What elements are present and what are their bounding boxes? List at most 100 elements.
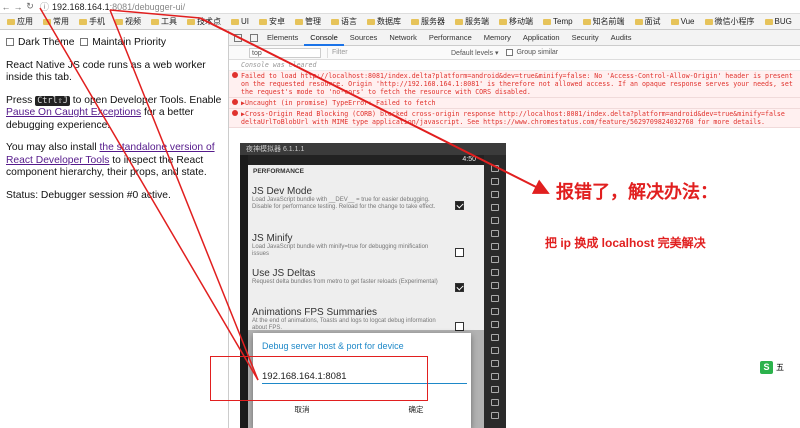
emulator-tool-icon[interactable] bbox=[491, 295, 499, 302]
context-select[interactable]: top bbox=[249, 47, 321, 58]
dark-theme-checkbox[interactable] bbox=[6, 38, 14, 46]
filter-input[interactable]: Filter bbox=[327, 47, 447, 58]
emulator-tool-icon[interactable] bbox=[491, 334, 499, 341]
bookmark-item[interactable]: 面试 bbox=[634, 16, 661, 27]
console-error[interactable]: ▶Cross-Origin Read Blocking (CORB) block… bbox=[229, 109, 800, 128]
folder-icon bbox=[634, 18, 643, 25]
url-path[interactable]: :8081/debugger-ui/ bbox=[110, 2, 186, 12]
tab-audits[interactable]: Audits bbox=[605, 30, 638, 46]
folder-icon bbox=[499, 18, 507, 25]
ok-button[interactable]: 确定 bbox=[376, 404, 456, 415]
maintain-priority-label: Maintain Priority bbox=[92, 37, 167, 48]
emulator-sidebar bbox=[484, 155, 506, 428]
emulator-tool-icon[interactable] bbox=[491, 412, 499, 419]
tab-memory[interactable]: Memory bbox=[478, 30, 517, 46]
bookmark-item[interactable]: 工具 bbox=[151, 16, 177, 27]
emulator-tool-icon[interactable] bbox=[491, 243, 499, 250]
setting-item[interactable]: Animations FPS Summaries At the end of an… bbox=[248, 307, 484, 332]
bookmark-item[interactable]: 管理 bbox=[295, 16, 321, 27]
tab-application[interactable]: Application bbox=[517, 30, 566, 46]
group-similar[interactable]: Group similar bbox=[506, 49, 558, 56]
folder-icon bbox=[455, 18, 463, 25]
folder-icon bbox=[295, 18, 303, 25]
console-toolbar: top Filter Default levels ▾ Group simila… bbox=[229, 46, 800, 60]
reload-icon[interactable]: ↻ bbox=[24, 1, 36, 12]
setting-checkbox[interactable] bbox=[455, 283, 464, 292]
emulator-tool-icon[interactable] bbox=[491, 386, 499, 393]
bookmark-item[interactable]: UI bbox=[231, 17, 249, 26]
emulator-tool-icon[interactable] bbox=[491, 360, 499, 367]
setting-checkbox[interactable] bbox=[455, 201, 464, 210]
bookmark-item[interactable]: 视频 bbox=[115, 16, 141, 27]
setting-item[interactable]: Use JS Deltas Request delta bundles from … bbox=[248, 268, 484, 286]
emulator-tool-icon[interactable] bbox=[491, 269, 499, 276]
levels-dropdown[interactable]: Default levels ▾ bbox=[451, 49, 498, 57]
folder-icon bbox=[151, 18, 159, 25]
address-bar: ← → ↻ ⓘ 192.168.164.1:8081/debugger-ui/ bbox=[0, 0, 800, 14]
tab-sources[interactable]: Sources bbox=[344, 30, 384, 46]
dialog-title: Debug server host & port for device bbox=[262, 341, 404, 351]
emulator-tool-icon[interactable] bbox=[491, 347, 499, 354]
back-icon[interactable]: ← bbox=[0, 2, 12, 12]
folder-icon bbox=[543, 18, 551, 25]
setting-item[interactable]: JS Minify Load JavaScript bundle with min… bbox=[248, 233, 484, 258]
pause-exceptions-link[interactable]: Pause On Caught Exceptions bbox=[6, 107, 141, 118]
bookmark-item[interactable]: 微信小程序 bbox=[704, 16, 755, 27]
emulator-tool-icon[interactable] bbox=[491, 373, 499, 380]
error-icon bbox=[232, 72, 238, 78]
setting-checkbox[interactable] bbox=[455, 248, 464, 257]
emulator-tool-icon[interactable] bbox=[491, 204, 499, 211]
emulator-tool-icon[interactable] bbox=[491, 191, 499, 198]
tab-console[interactable]: Console bbox=[304, 30, 344, 46]
bookmark-item[interactable]: 移动端 bbox=[499, 16, 533, 27]
cancel-button[interactable]: 取消 bbox=[262, 404, 342, 415]
theme-options: Dark Theme Maintain Priority bbox=[6, 37, 222, 50]
device-toolbar-icon[interactable] bbox=[250, 33, 258, 42]
emulator-tool-icon[interactable] bbox=[491, 217, 499, 224]
bookmarks-bar: 应用 常用 手机 视频 工具 技术点 UI 安卓 管理 语言 数据库 服务器 服务端 移动端 Temp 知名前… bbox=[0, 14, 800, 30]
bookmark-item[interactable]: 安卓 bbox=[259, 16, 285, 27]
emulator-tool-icon[interactable] bbox=[491, 282, 499, 289]
bookmark-item[interactable]: Vue bbox=[670, 17, 695, 26]
emulator-tool-icon[interactable] bbox=[491, 165, 499, 172]
info-icon[interactable]: ⓘ bbox=[40, 0, 49, 13]
emulator-tool-icon[interactable] bbox=[491, 256, 499, 263]
inspect-icon[interactable] bbox=[234, 33, 242, 42]
setting-item[interactable]: JS Dev Mode Load JavaScript bundle with _… bbox=[248, 186, 484, 211]
maintain-priority-checkbox[interactable] bbox=[80, 38, 89, 46]
emulator-tool-icon[interactable] bbox=[491, 230, 499, 237]
dark-theme-label: Dark Theme bbox=[18, 37, 75, 48]
bookmark-item[interactable]: 应用 bbox=[7, 16, 33, 27]
bookmark-item[interactable]: 技术点 bbox=[187, 16, 221, 27]
folder-icon bbox=[231, 18, 239, 25]
devtools-hint: Press Ctrl⇧J to open Developer Tools. En… bbox=[6, 94, 222, 131]
bookmark-item[interactable]: 数据库 bbox=[367, 16, 401, 27]
debugger-page: Dark Theme Maintain Priority React Nativ… bbox=[0, 30, 228, 428]
intro-text: React Native JS code runs as a web worke… bbox=[6, 59, 206, 84]
url-host[interactable]: 192.168.164.1 bbox=[52, 2, 110, 12]
emulator-tool-icon[interactable] bbox=[491, 321, 499, 328]
bookmark-item[interactable]: 手机 bbox=[79, 16, 105, 27]
forward-icon[interactable]: → bbox=[12, 2, 24, 12]
folder-icon bbox=[259, 18, 267, 25]
emulator-tool-icon[interactable] bbox=[491, 308, 499, 315]
devtools-tabs: Elements Console Sources Network Performance… bbox=[229, 30, 800, 46]
bookmark-item[interactable]: BUG bbox=[764, 17, 792, 26]
bookmark-item[interactable]: 服务端 bbox=[455, 16, 489, 27]
tab-elements[interactable]: Elements bbox=[261, 30, 304, 46]
setting-title: Use JS Deltas bbox=[252, 268, 316, 279]
group-similar-checkbox[interactable] bbox=[506, 49, 514, 56]
emulator-tool-icon[interactable] bbox=[491, 399, 499, 406]
bookmark-item[interactable]: 知名前端 bbox=[582, 16, 625, 27]
bookmark-item[interactable]: 常用 bbox=[43, 16, 69, 27]
bookmark-item[interactable]: 语言 bbox=[331, 16, 357, 27]
tab-network[interactable]: Network bbox=[383, 30, 423, 46]
folder-icon bbox=[79, 18, 87, 25]
setting-description: Load JavaScript bundle with __DEV__ = tr… bbox=[252, 197, 436, 210]
console-error[interactable]: ▶Uncaught (in promise) TypeError: Failed… bbox=[229, 98, 800, 109]
bookmark-item[interactable]: 服务器 bbox=[411, 16, 445, 27]
tab-performance[interactable]: Performance bbox=[423, 30, 478, 46]
emulator-tool-icon[interactable] bbox=[491, 178, 499, 185]
tab-security[interactable]: Security bbox=[566, 30, 605, 46]
bookmark-item[interactable]: Temp bbox=[543, 17, 573, 26]
